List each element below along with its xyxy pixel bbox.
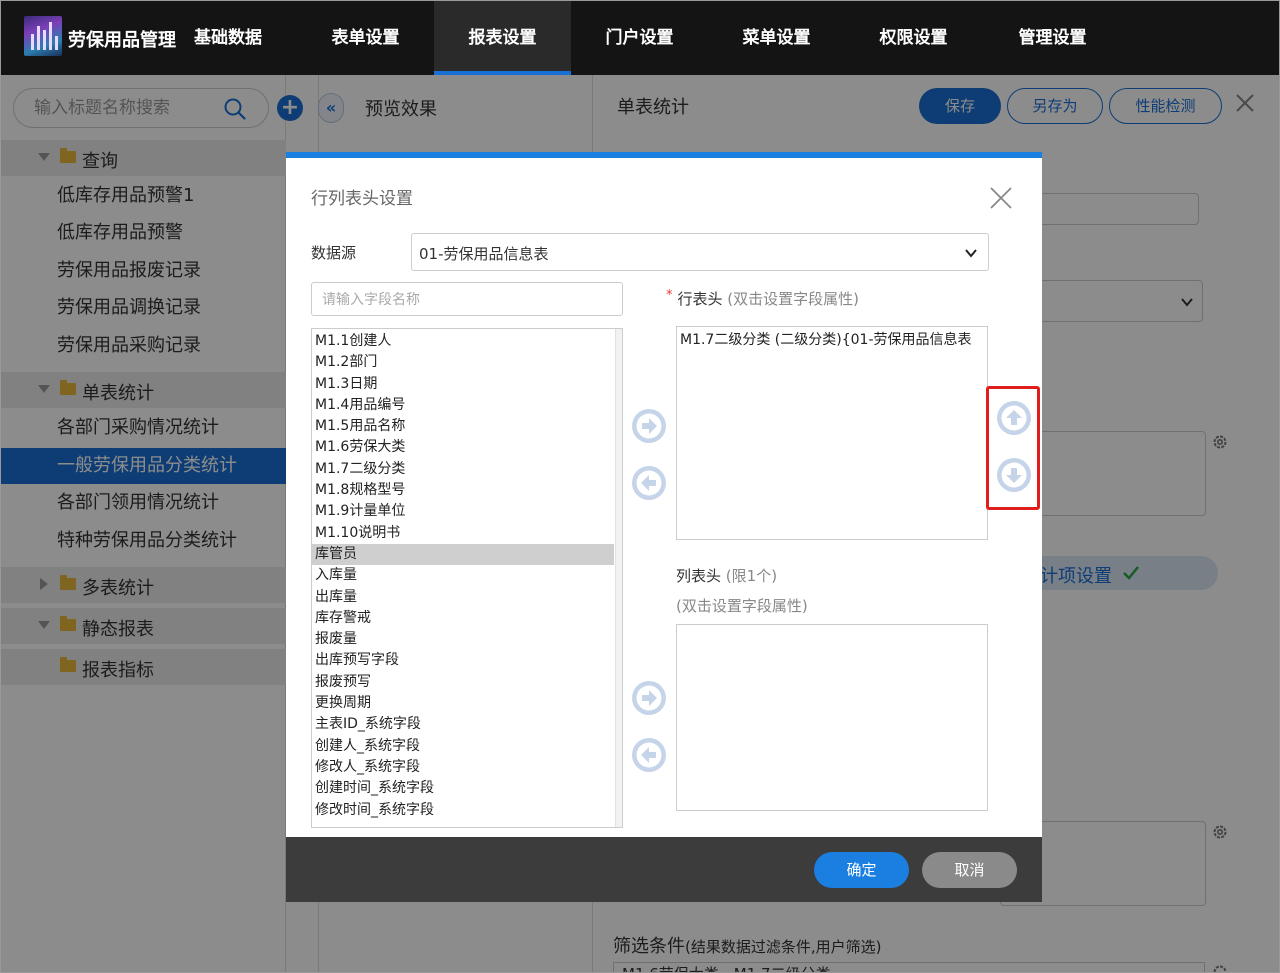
field-option[interactable]: M1.2部门 [312,352,614,373]
cancel-button[interactable]: 取消 [922,852,1017,888]
close-icon[interactable] [989,186,1013,210]
nav-item-report-settings[interactable]: 报表设置 [434,0,571,75]
move-down-button[interactable] [997,458,1031,492]
nav-item-portal-settings[interactable]: 门户设置 [571,0,708,75]
app-title: 劳保用品管理 [68,30,176,51]
field-option[interactable]: 主表ID_系统字段 [312,714,614,735]
top-navigation-bar: 劳保用品管理 基础数据 表单设置 报表设置 门户设置 菜单设置 权限设置 管理设… [0,0,1280,75]
field-option[interactable]: 修改人_系统字段 [312,757,614,778]
nav-item-menu-settings[interactable]: 菜单设置 [708,0,845,75]
app-logo [24,16,62,56]
confirm-button[interactable]: 确定 [814,852,909,888]
field-list-scrollbar[interactable] [615,329,622,827]
move-up-button[interactable] [997,401,1031,435]
field-option[interactable]: M1.10说明书 [312,523,614,544]
field-option[interactable]: M1.4用品编号 [312,395,614,416]
field-option[interactable]: 入库量 [312,565,614,586]
field-option[interactable]: 报废量 [312,629,614,650]
field-option[interactable]: 出库预写字段 [312,650,614,671]
arrow-down-icon [998,459,1030,491]
nav-item-form-settings[interactable]: 表单设置 [297,0,434,75]
field-option[interactable]: 创建时间_系统字段 [312,778,614,799]
arrow-left-icon [633,739,665,771]
datasource-select[interactable]: 01-劳保用品信息表 [411,233,989,271]
dialog-footer: 确定 取消 [286,837,1042,902]
row-header-list[interactable]: M1.7二级分类 (二级分类){01-劳保用品信息表 [676,326,988,540]
field-option[interactable]: M1.5用品名称 [312,416,614,437]
field-option[interactable]: M1.6劳保大类 [312,437,614,458]
arrow-up-icon [998,402,1030,434]
field-option[interactable]: M1.3日期 [312,374,614,395]
field-option[interactable]: M1.7二级分类 [312,459,614,480]
field-option[interactable]: 出库量 [312,587,614,608]
arrow-left-icon [633,467,665,499]
nav-item-admin-settings[interactable]: 管理设置 [982,0,1123,75]
nav-item-basic-data[interactable]: 基础数据 [174,0,282,75]
datasource-value: 01-劳保用品信息表 [419,245,549,263]
field-search-input[interactable] [322,290,612,310]
header-settings-dialog: 行列表头设置 数据源 01-劳保用品信息表 M1.1创建人M1.2部门M1.3日… [286,152,1042,902]
field-option[interactable]: 库管员 [312,543,614,566]
add-to-row-header-button[interactable] [632,409,666,443]
field-option[interactable]: 创建人_系统字段 [312,736,614,757]
field-option[interactable]: 库存警戒 [312,608,614,629]
column-header-label: 列表头 (限1个) [676,567,778,585]
row-header-hint: (双击设置字段属性) [727,290,860,308]
field-search-box [311,282,623,316]
row-header-entry[interactable]: M1.7二级分类 (二级分类){01-劳保用品信息表 [680,329,972,349]
column-header-list[interactable] [676,624,988,811]
nav-item-permission-settings[interactable]: 权限设置 [845,0,982,75]
datasource-label: 数据源 [311,244,357,262]
field-option[interactable]: 更换周期 [312,693,614,714]
chevron-down-icon [965,249,977,258]
row-header-label: * 行表头 (双击设置字段属性) [666,288,860,308]
add-to-column-header-button[interactable] [632,681,666,715]
field-option[interactable]: M1.9计量单位 [312,501,614,522]
field-option[interactable]: M1.1创建人 [312,331,614,352]
arrow-right-icon [633,410,665,442]
column-header-limit: (限1个) [725,567,778,585]
dialog-title: 行列表头设置 [311,189,413,209]
arrow-right-icon [633,682,665,714]
column-header-hint: (双击设置字段属性) [676,597,808,615]
field-list[interactable]: M1.1创建人 M1.2部门 M1.3日期 M1.4用品编号 M1.5用品名称 M1.6劳… [311,328,623,828]
field-option[interactable]: M1.8规格型号 [312,480,614,501]
field-option[interactable]: 修改时间_系统字段 [312,800,614,821]
field-option[interactable]: 报废预写 [312,672,614,693]
remove-from-column-header-button[interactable] [632,738,666,772]
remove-from-row-header-button[interactable] [632,466,666,500]
